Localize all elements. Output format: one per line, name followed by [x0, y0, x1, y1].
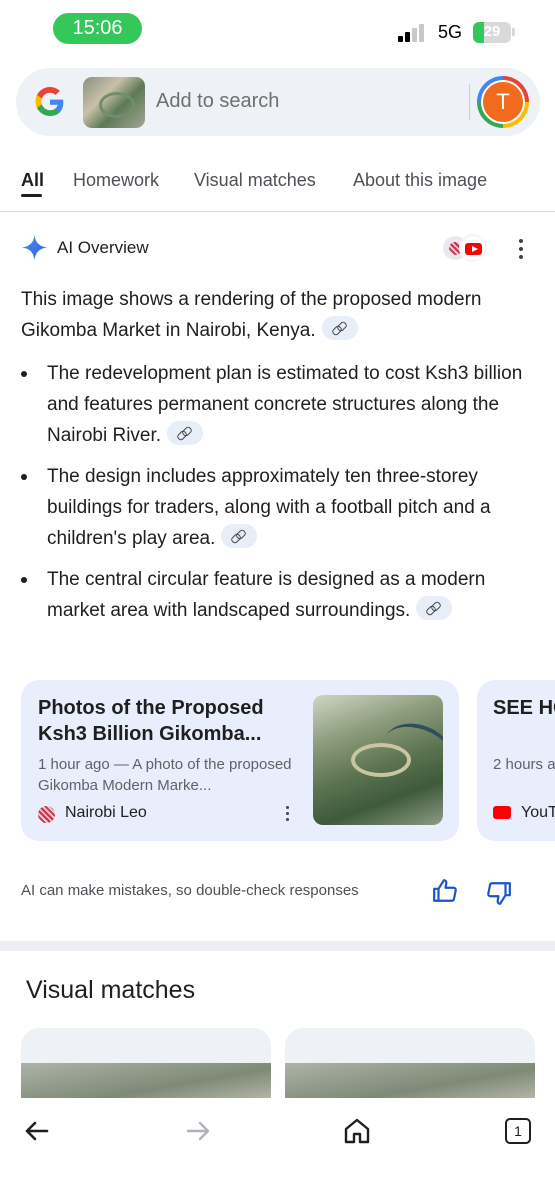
- card-source-name: Nairobi Leo: [65, 804, 147, 821]
- citation-link-icon[interactable]: [321, 316, 358, 340]
- card-snippet: 1 hour ago — A photo of the proposed Gik…: [38, 756, 292, 794]
- ai-overview-bullets: The redevelopment plan is estimated to c…: [21, 358, 541, 636]
- battery-tip: [512, 28, 515, 36]
- back-arrow-icon[interactable]: [22, 1116, 52, 1146]
- tab-about-this-image[interactable]: About this image: [353, 170, 487, 191]
- card-more-icon[interactable]: [285, 806, 291, 822]
- card-source: Nairobi Leo: [38, 803, 308, 825]
- tab-visual-matches[interactable]: Visual matches: [194, 170, 316, 191]
- google-g-icon[interactable]: [34, 86, 66, 118]
- section-separator: [0, 941, 555, 951]
- bottom-navigation: 1: [0, 1098, 555, 1200]
- citation-link-icon[interactable]: [416, 596, 453, 620]
- ai-overview-intro: This image shows a rendering of the prop…: [21, 284, 541, 346]
- ai-overview-header: AI Overview: [21, 234, 541, 262]
- ai-overview-title: AI Overview: [57, 238, 149, 257]
- tab-homework[interactable]: Homework: [73, 170, 159, 191]
- source-card[interactable]: Photos of the Proposed Ksh3 Billion Giko…: [21, 680, 459, 841]
- tab-switcher-button[interactable]: 1: [505, 1118, 531, 1144]
- citation-link-icon[interactable]: [167, 421, 204, 445]
- home-icon[interactable]: [342, 1116, 372, 1146]
- clock: 15:06: [53, 13, 142, 44]
- sparkle-icon: [21, 234, 48, 261]
- thumbs-up-icon[interactable]: [432, 878, 458, 904]
- youtube-source-icon[interactable]: [459, 234, 487, 262]
- card-snippet: 2 hours a Tyson Fo: [493, 756, 555, 773]
- search-input[interactable]: Add to search: [156, 90, 279, 113]
- tab-bar: All Homework Visual matches About this i…: [0, 168, 555, 212]
- search-image-thumbnail[interactable]: [83, 77, 145, 128]
- source-icons[interactable]: [441, 234, 491, 262]
- search-divider: [469, 84, 470, 120]
- youtube-favicon-icon: [493, 806, 511, 819]
- card-source-name: YouT: [521, 804, 555, 821]
- card-title[interactable]: SEE HO MARK: [493, 695, 555, 721]
- signal-icon: [398, 22, 430, 42]
- active-tab-indicator: [21, 194, 42, 197]
- network-type: 5G: [438, 22, 463, 42]
- ai-overview-intro-text: This image shows a rendering of the prop…: [21, 289, 482, 341]
- battery-icon: 29: [473, 22, 511, 43]
- tab-divider: [0, 211, 555, 212]
- card-title[interactable]: Photos of the Proposed Ksh3 Billion Giko…: [38, 695, 293, 747]
- bullet-text: The redevelopment plan is estimated to c…: [47, 363, 523, 446]
- battery-level: 29: [483, 23, 501, 40]
- citation-link-icon[interactable]: [221, 524, 258, 548]
- forward-arrow-icon[interactable]: [183, 1116, 213, 1146]
- avatar-letter[interactable]: T: [481, 80, 525, 124]
- list-item: The central circular feature is designed…: [21, 564, 541, 626]
- source-card[interactable]: SEE HO MARK 2 hours a Tyson Fo YouT: [477, 680, 555, 841]
- more-options-icon[interactable]: [516, 238, 526, 260]
- visual-matches-title: Visual matches: [26, 976, 196, 1004]
- source-cards-carousel[interactable]: Photos of the Proposed Ksh3 Billion Giko…: [0, 680, 555, 842]
- card-thumbnail[interactable]: [313, 695, 443, 825]
- tab-all[interactable]: All: [21, 170, 44, 191]
- avatar[interactable]: T: [477, 76, 529, 128]
- search-bar[interactable]: Add to search T: [16, 68, 540, 136]
- list-item: The design includes approximately ten th…: [21, 461, 541, 554]
- ai-disclaimer: AI can make mistakes, so double-check re…: [21, 882, 359, 899]
- list-item: The redevelopment plan is estimated to c…: [21, 358, 541, 451]
- thumbs-down-icon[interactable]: [486, 880, 512, 906]
- status-bar: 15:06 5G 29: [0, 0, 555, 60]
- bullet-text: The design includes approximately ten th…: [47, 466, 491, 549]
- nairobi-leo-favicon-icon: [38, 806, 55, 823]
